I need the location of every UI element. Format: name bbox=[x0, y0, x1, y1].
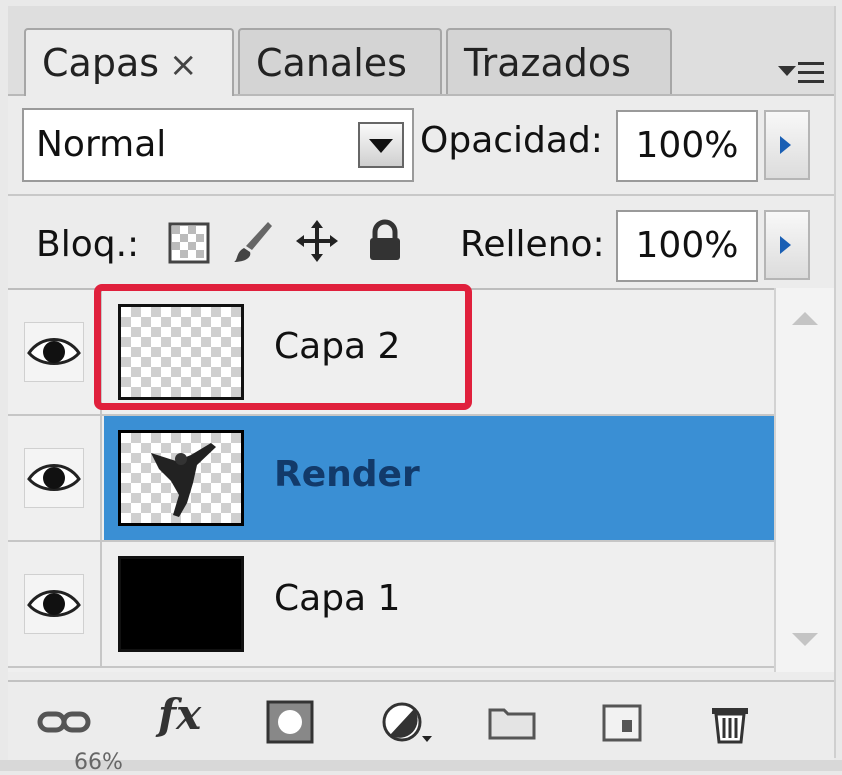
layers-toolbar: fx bbox=[8, 680, 834, 760]
visibility-toggle[interactable] bbox=[8, 290, 102, 414]
blend-mode-value: Normal bbox=[36, 124, 167, 165]
tab-bar: Capas × Canales Trazados bbox=[8, 6, 834, 96]
tab-trazados-label: Trazados bbox=[464, 41, 631, 85]
link-layers-icon[interactable] bbox=[36, 698, 92, 746]
fill-input[interactable]: 100% bbox=[616, 210, 758, 282]
layer-thumbnail bbox=[118, 556, 244, 652]
lock-label: Bloq.: bbox=[36, 224, 140, 265]
layers-panel: Capas × Canales Trazados Normal Opacidad:… bbox=[8, 6, 836, 760]
fx-icon[interactable]: fx bbox=[158, 690, 201, 739]
figure-render-icon bbox=[151, 443, 216, 517]
layer-row-capa-1[interactable]: Capa 1 bbox=[8, 542, 774, 668]
divider bbox=[8, 194, 834, 196]
layers-scrollbar[interactable] bbox=[774, 288, 834, 672]
lock-pixels-brush-icon[interactable] bbox=[230, 218, 276, 264]
chevron-down-icon[interactable] bbox=[358, 122, 404, 168]
visibility-toggle[interactable] bbox=[8, 542, 102, 666]
scroll-down-icon[interactable] bbox=[792, 633, 818, 646]
scroll-up-icon[interactable] bbox=[792, 312, 818, 325]
layer-row-render[interactable]: Render bbox=[8, 416, 774, 542]
tab-canales[interactable]: Canales bbox=[238, 28, 442, 94]
zoom-readout: 66% bbox=[74, 750, 123, 775]
layer-name: Capa 1 bbox=[274, 578, 401, 619]
new-layer-icon[interactable] bbox=[594, 698, 650, 746]
tab-canales-label: Canales bbox=[256, 41, 407, 85]
fill-slider-button[interactable] bbox=[764, 210, 810, 280]
tab-capas-label: Capas bbox=[42, 41, 160, 85]
fill-label: Relleno: bbox=[460, 224, 605, 265]
trash-icon[interactable] bbox=[702, 698, 758, 746]
opacity-label: Opacidad: bbox=[420, 120, 603, 161]
close-icon[interactable]: × bbox=[169, 45, 198, 85]
eye-icon bbox=[24, 322, 84, 382]
red-highlight-box bbox=[94, 284, 472, 410]
layer-name: Render bbox=[274, 454, 420, 495]
adjustment-layer-icon[interactable] bbox=[378, 698, 434, 746]
panel-menu-icon[interactable] bbox=[778, 54, 828, 90]
layer-thumbnail bbox=[118, 430, 244, 526]
status-strip: 66% bbox=[0, 750, 842, 775]
lock-all-icon[interactable] bbox=[362, 218, 408, 264]
eye-icon bbox=[24, 574, 84, 634]
tab-capas[interactable]: Capas × bbox=[24, 28, 234, 96]
visibility-toggle[interactable] bbox=[8, 416, 102, 540]
lock-transparency-icon[interactable] bbox=[166, 220, 212, 266]
blend-mode-select[interactable]: Normal bbox=[22, 108, 414, 182]
eye-icon bbox=[24, 448, 84, 508]
lock-position-move-icon[interactable] bbox=[294, 218, 340, 264]
tab-trazados[interactable]: Trazados bbox=[446, 28, 672, 94]
opacity-slider-button[interactable] bbox=[764, 110, 810, 180]
opacity-input[interactable]: 100% bbox=[616, 110, 758, 182]
folder-icon[interactable] bbox=[484, 698, 540, 746]
add-mask-icon[interactable] bbox=[262, 698, 318, 746]
